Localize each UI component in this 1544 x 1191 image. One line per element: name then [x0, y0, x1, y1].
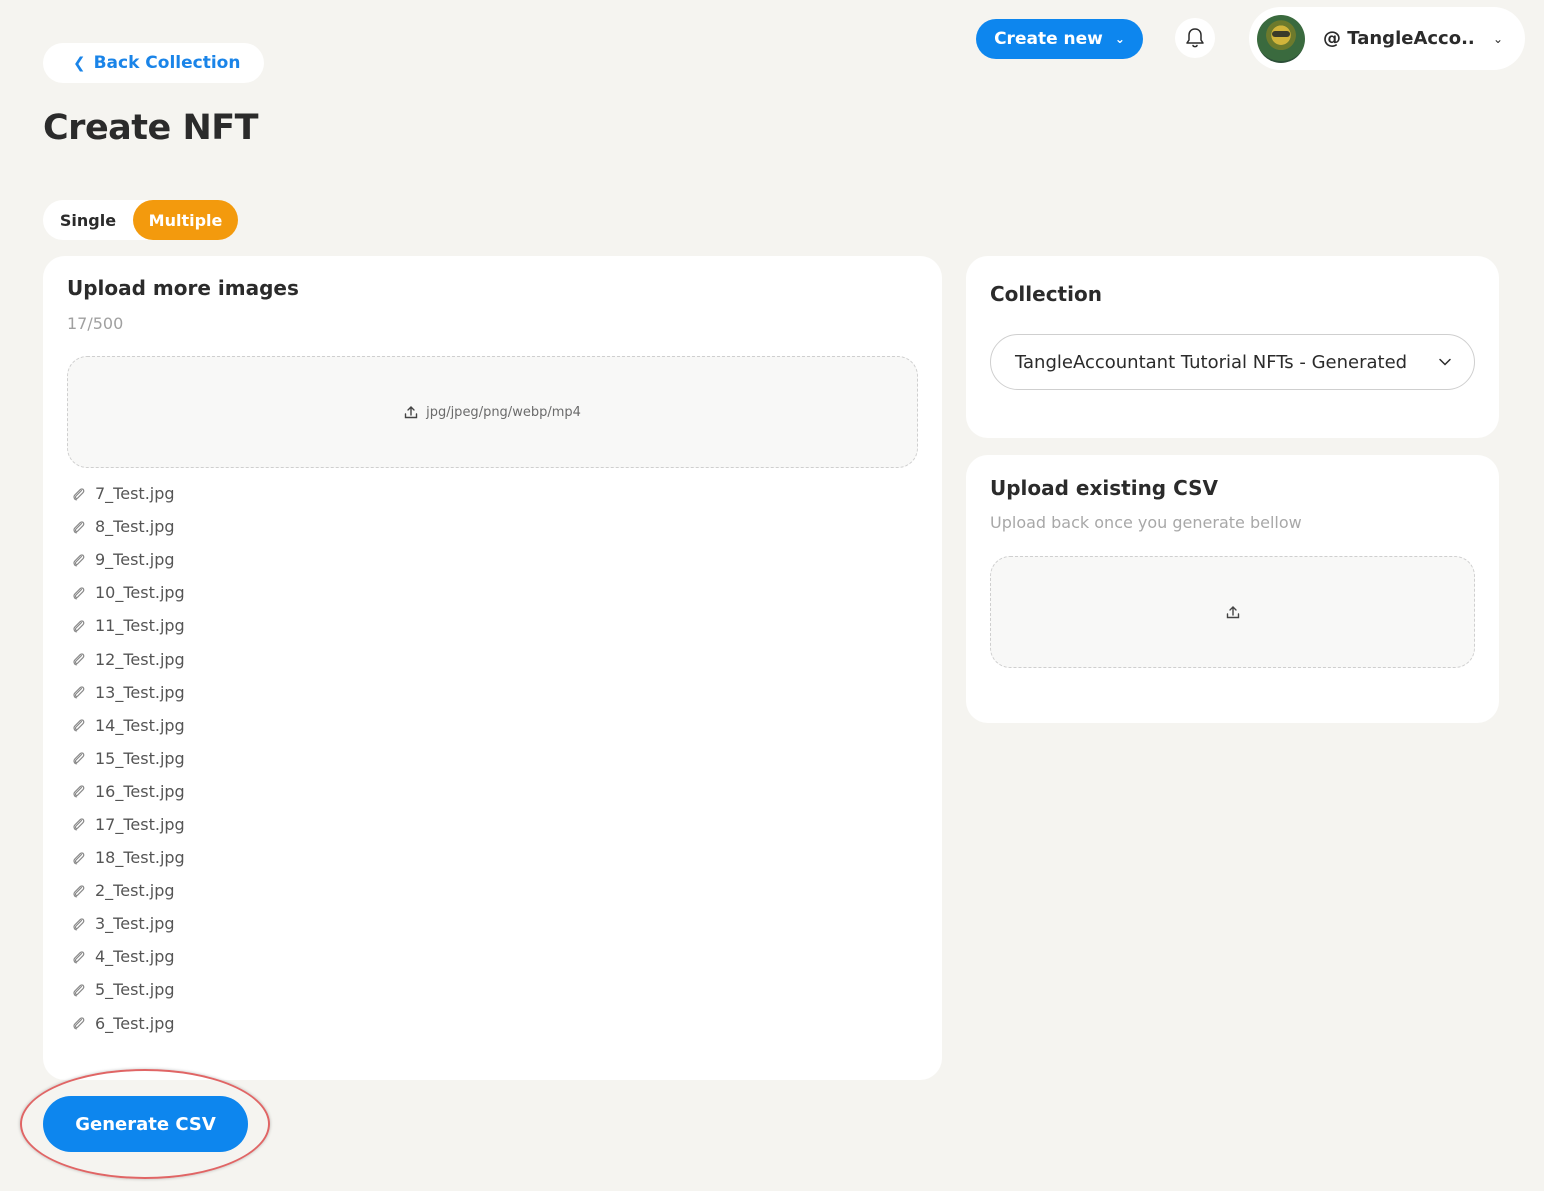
- paperclip-icon: [71, 816, 87, 832]
- paperclip-icon: [71, 850, 87, 866]
- file-list: 7_Test.jpg 8_Test.jpg 9_Test.jpg 10_Test.jp…: [71, 477, 185, 1040]
- back-collection-button[interactable]: ❮ Back Collection: [43, 43, 265, 83]
- collection-title: Collection: [990, 282, 1102, 306]
- paperclip-icon: [71, 949, 87, 965]
- chevron-left-icon: ❮: [73, 54, 86, 72]
- collection-select[interactable]: TangleAccountant Tutorial NFTs - Generat…: [990, 334, 1475, 390]
- paperclip-icon: [71, 750, 87, 766]
- file-name: 16_Test.jpg: [95, 781, 185, 801]
- file-name: 4_Test.jpg: [95, 947, 175, 967]
- paperclip-icon: [71, 519, 87, 535]
- csv-dropzone[interactable]: [990, 556, 1475, 668]
- file-item[interactable]: 10_Test.jpg: [71, 576, 185, 609]
- file-name: 8_Test.jpg: [95, 517, 175, 537]
- tab-single[interactable]: Single: [43, 200, 133, 240]
- paperclip-icon: [71, 486, 87, 502]
- collection-card: Collection TangleAccountant Tutorial NFT…: [966, 256, 1499, 438]
- page-title: Create NFT: [43, 108, 259, 148]
- upload-icon: [404, 406, 418, 419]
- file-item[interactable]: 13_Test.jpg: [71, 676, 185, 709]
- paperclip-icon: [71, 717, 87, 733]
- file-name: 18_Test.jpg: [95, 848, 185, 868]
- file-name: 2_Test.jpg: [95, 881, 175, 901]
- dropzone-hint: jpg/jpeg/png/webp/mp4: [426, 404, 581, 420]
- create-new-button[interactable]: Create new ⌄: [976, 19, 1143, 59]
- file-name: 9_Test.jpg: [95, 550, 175, 570]
- file-item[interactable]: 2_Test.jpg: [71, 874, 185, 907]
- upload-csv-card: Upload existing CSV Upload back once you…: [966, 455, 1499, 723]
- file-name: 3_Test.jpg: [95, 914, 175, 934]
- upload-images-title: Upload more images: [67, 276, 299, 300]
- paperclip-icon: [71, 651, 87, 667]
- paperclip-icon: [71, 783, 87, 799]
- file-name: 5_Test.jpg: [95, 980, 175, 1000]
- file-item[interactable]: 15_Test.jpg: [71, 742, 185, 775]
- file-item[interactable]: 12_Test.jpg: [71, 642, 185, 675]
- bell-icon: [1186, 28, 1204, 48]
- paperclip-icon: [71, 585, 87, 601]
- file-item[interactable]: 7_Test.jpg: [71, 477, 185, 510]
- paperclip-icon: [71, 982, 87, 998]
- upload-images-card: Upload more images 17/500 jpg/jpeg/png/w…: [43, 256, 942, 1080]
- file-name: 14_Test.jpg: [95, 715, 185, 735]
- mode-tabs: Single Multiple: [43, 200, 238, 240]
- upload-csv-subtitle: Upload back once you generate bellow: [990, 513, 1302, 532]
- file-item[interactable]: 17_Test.jpg: [71, 808, 185, 841]
- file-name: 13_Test.jpg: [95, 682, 185, 702]
- file-name: 11_Test.jpg: [95, 616, 185, 636]
- paperclip-icon: [71, 684, 87, 700]
- account-name: @ TangleAcco...: [1323, 28, 1473, 49]
- notifications-button[interactable]: [1175, 18, 1215, 58]
- account-menu[interactable]: @ TangleAcco... ⌄: [1249, 7, 1525, 70]
- file-name: 6_Test.jpg: [95, 1013, 175, 1033]
- file-name: 12_Test.jpg: [95, 649, 185, 669]
- create-new-label: Create new: [994, 29, 1103, 49]
- file-name: 17_Test.jpg: [95, 814, 185, 834]
- file-item[interactable]: 14_Test.jpg: [71, 709, 185, 742]
- chevron-down-icon: ⌄: [1493, 31, 1504, 46]
- file-item[interactable]: 11_Test.jpg: [71, 609, 185, 642]
- avatar: [1257, 14, 1305, 63]
- upload-csv-title: Upload existing CSV: [990, 476, 1219, 500]
- file-item[interactable]: 16_Test.jpg: [71, 775, 185, 808]
- file-item[interactable]: 18_Test.jpg: [71, 841, 185, 874]
- upload-icon: [1226, 606, 1239, 619]
- chevron-down-icon: [1439, 358, 1451, 366]
- file-item[interactable]: 9_Test.jpg: [71, 543, 185, 576]
- file-name: 15_Test.jpg: [95, 748, 185, 768]
- image-dropzone[interactable]: jpg/jpeg/png/webp/mp4: [67, 356, 918, 468]
- paperclip-icon: [71, 883, 87, 899]
- file-name: 10_Test.jpg: [95, 583, 185, 603]
- paperclip-icon: [71, 916, 87, 932]
- paperclip-icon: [71, 618, 87, 634]
- file-item[interactable]: 4_Test.jpg: [71, 940, 185, 973]
- tab-multiple[interactable]: Multiple: [133, 200, 238, 240]
- generate-csv-button[interactable]: Generate CSV: [43, 1096, 248, 1152]
- back-collection-label: Back Collection: [93, 53, 241, 73]
- file-item[interactable]: 8_Test.jpg: [71, 510, 185, 543]
- chevron-down-icon: ⌄: [1114, 32, 1125, 46]
- collection-selected-value: TangleAccountant Tutorial NFTs - Generat…: [1015, 351, 1408, 373]
- file-name: 7_Test.jpg: [95, 484, 175, 504]
- file-item[interactable]: 6_Test.jpg: [71, 1007, 185, 1040]
- paperclip-icon: [71, 552, 87, 568]
- file-item[interactable]: 3_Test.jpg: [71, 907, 185, 940]
- paperclip-icon: [71, 1015, 87, 1031]
- file-item[interactable]: 5_Test.jpg: [71, 973, 185, 1006]
- upload-counter: 17/500: [67, 314, 124, 333]
